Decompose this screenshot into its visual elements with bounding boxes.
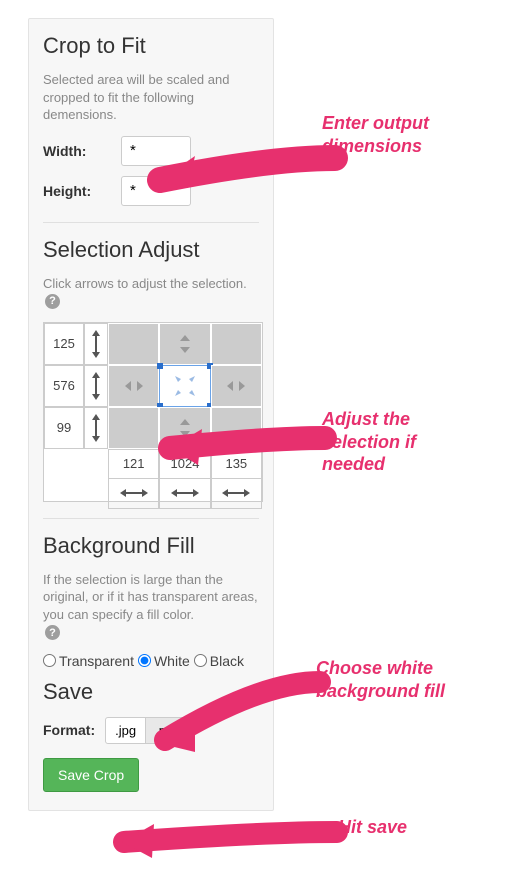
radio-black[interactable]: Black <box>194 653 244 669</box>
radio-transparent-input[interactable] <box>43 654 56 667</box>
cell-tl[interactable] <box>108 323 159 365</box>
adjust-desc: Click arrows to adjust the selection. ? <box>43 275 259 310</box>
bgfill-desc-text: If the selection is large than the origi… <box>43 572 258 622</box>
h-resize-icon-0[interactable] <box>108 479 159 509</box>
divider-2 <box>43 518 259 519</box>
v-resize-icon-2[interactable] <box>84 365 108 407</box>
radio-black-input[interactable] <box>194 654 207 667</box>
format-group: .jpg .png <box>105 717 190 744</box>
col-size-0: 121 <box>108 449 159 479</box>
h-resize-icon-2[interactable] <box>211 479 262 509</box>
selection-adjust-widget: 125 576 <box>43 322 263 502</box>
arrow-save <box>112 818 342 861</box>
cell-bl[interactable] <box>108 407 159 449</box>
row-size-0: 125 <box>44 323 84 365</box>
h-resize-icon-1[interactable] <box>159 479 210 509</box>
col-size-1: 1024 <box>159 449 210 479</box>
divider <box>43 222 259 223</box>
help-icon-2[interactable]: ? <box>45 625 60 640</box>
format-jpg-button[interactable]: .jpg <box>105 717 146 744</box>
col-size-2: 135 <box>211 449 262 479</box>
crop-title: Crop to Fit <box>43 33 259 59</box>
format-label: Format: <box>43 722 95 738</box>
cell-bc[interactable] <box>159 407 210 449</box>
save-title: Save <box>43 679 259 705</box>
format-row: Format: .jpg .png <box>43 717 259 744</box>
annotation-bg: Choose white background fill <box>316 657 445 702</box>
cell-ml[interactable] <box>108 365 159 407</box>
cell-tr[interactable] <box>211 323 262 365</box>
width-row: Width: <box>43 136 259 166</box>
row-size-1: 576 <box>44 365 84 407</box>
height-label: Height: <box>43 183 121 199</box>
row-size-2: 99 <box>44 407 84 449</box>
cell-mr[interactable] <box>211 365 262 407</box>
crop-desc: Selected area will be scaled and cropped… <box>43 71 259 124</box>
radio-white-input[interactable] <box>138 654 151 667</box>
cell-br[interactable] <box>211 407 262 449</box>
width-label: Width: <box>43 143 121 159</box>
annotation-save: Hit save <box>338 816 407 839</box>
adjust-desc-text: Click arrows to adjust the selection. <box>43 276 247 291</box>
height-row: Height: <box>43 176 259 206</box>
annotation-dims: Enter output dimensions <box>322 112 429 157</box>
height-input[interactable] <box>121 176 191 206</box>
cell-tc[interactable] <box>159 323 210 365</box>
cell-center[interactable] <box>159 365 210 407</box>
radio-white[interactable]: White <box>138 653 190 669</box>
radio-transparent[interactable]: Transparent <box>43 653 134 669</box>
bgfill-options: Transparent White Black <box>43 653 259 669</box>
save-crop-button[interactable]: Save Crop <box>43 758 139 792</box>
bgfill-desc: If the selection is large than the origi… <box>43 571 259 641</box>
settings-panel: Crop to Fit Selected area will be scaled… <box>28 18 274 811</box>
bgfill-title: Background Fill <box>43 533 259 559</box>
v-resize-icon-3[interactable] <box>84 407 108 449</box>
adjust-title: Selection Adjust <box>43 237 259 263</box>
annotation-adjust: Adjust the selection if needed <box>322 408 416 476</box>
v-resize-icon[interactable] <box>84 323 108 365</box>
width-input[interactable] <box>121 136 191 166</box>
help-icon[interactable]: ? <box>45 294 60 309</box>
format-png-button[interactable]: .png <box>146 717 190 744</box>
